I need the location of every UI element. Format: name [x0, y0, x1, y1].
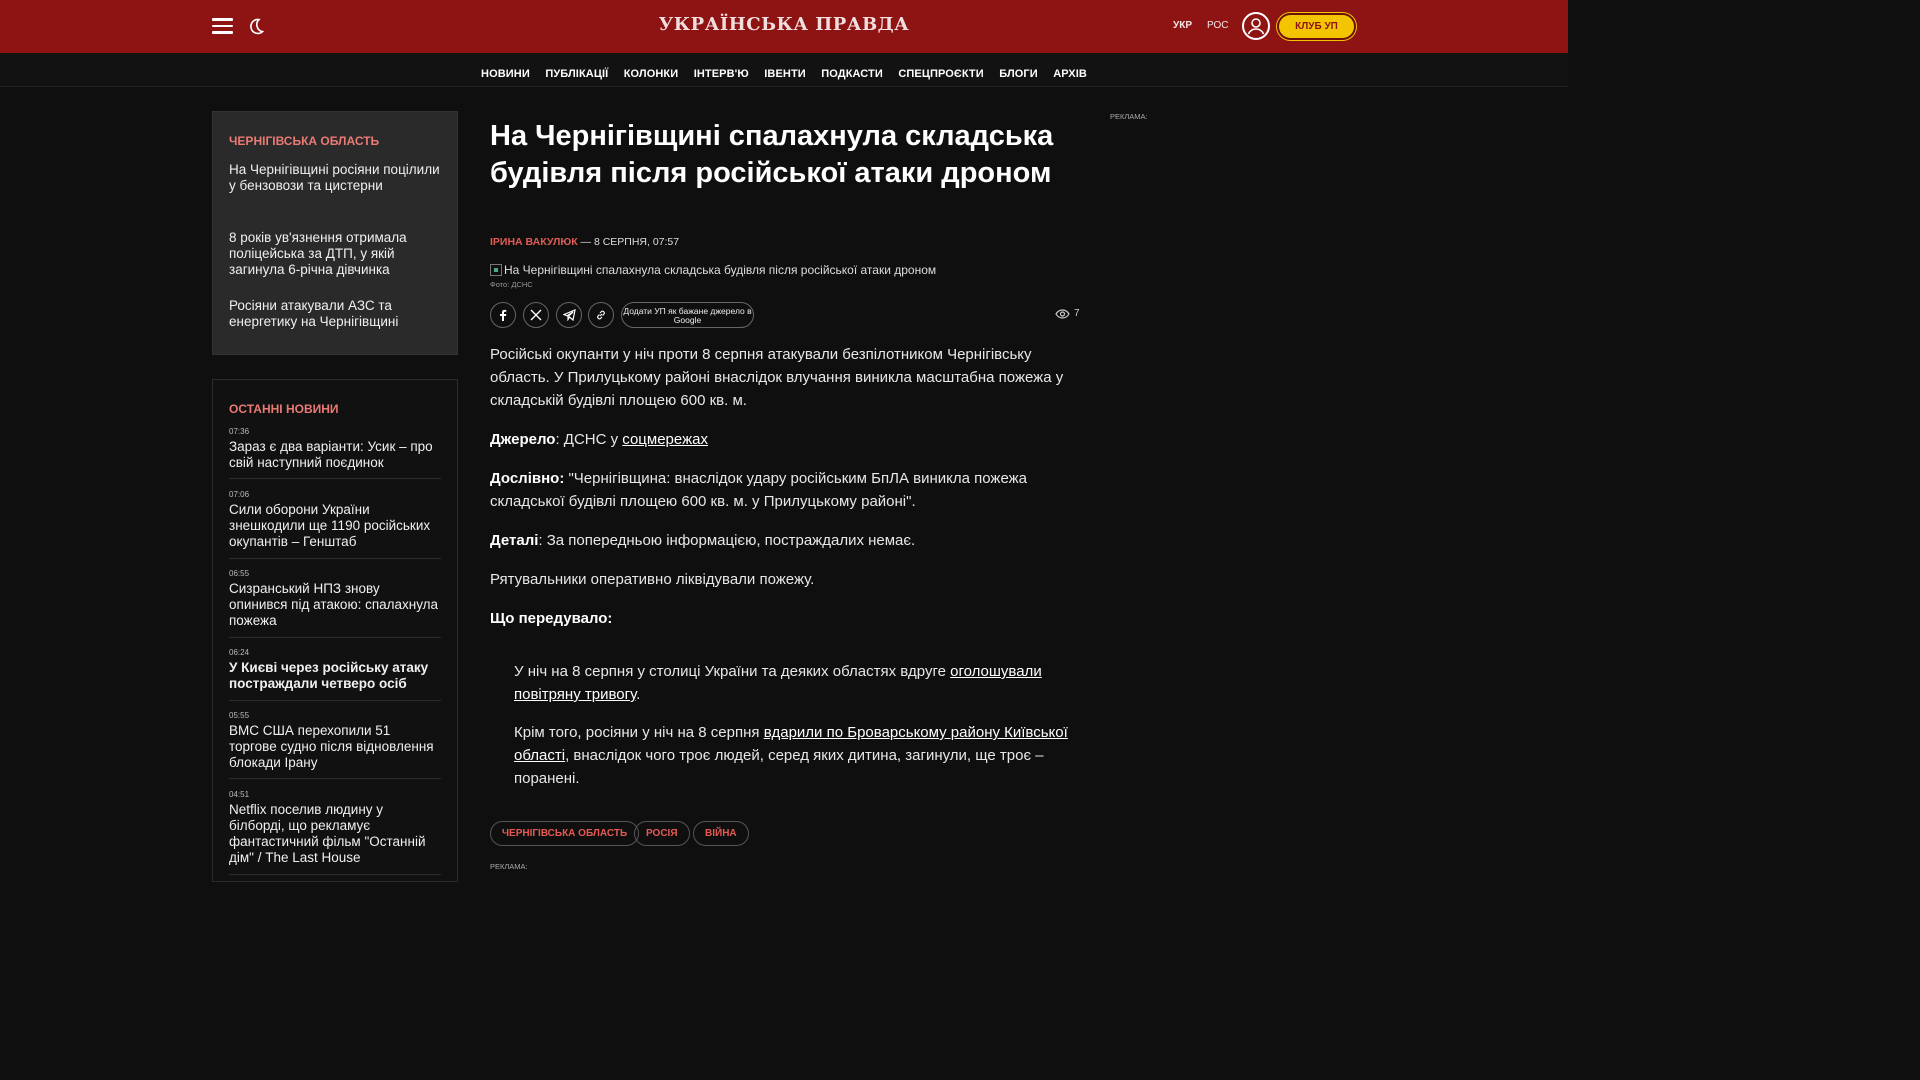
publish-date: — 8 СЕРПНЯ, 07:57: [577, 236, 680, 248]
rescue-paragraph: Рятувальники оперативно ліквідували поже…: [490, 571, 815, 588]
tag-chernihiv-region[interactable]: ЧЕРНІГІВСЬКА ОБЛАСТЬ: [490, 821, 640, 846]
source-paragraph: Джерело: ДСНС у соцмережах: [490, 428, 1080, 451]
nav-interviews[interactable]: ІНТЕРВ'Ю: [694, 68, 749, 80]
ad-label: РЕКЛАМА:: [490, 862, 528, 871]
list-item[interactable]: 07:06 Сили оборони України знешкодили ще…: [229, 490, 441, 559]
nav-news[interactable]: НОВИНИ: [481, 68, 530, 80]
telegram-share-icon[interactable]: [556, 302, 582, 328]
details-text: : За попередньою інформацією, постраждал…: [538, 532, 916, 549]
tag-russia[interactable]: РОСІЯ: [634, 821, 690, 846]
verbatim-label: Дослівно:: [490, 470, 565, 487]
nav-publications[interactable]: ПУБЛІКАЦІЇ: [545, 68, 608, 80]
background-text: У ніч на 8 серпня у столиці України та д…: [514, 663, 951, 680]
list-item[interactable]: 06:24 У Києві через російську атаку пост…: [229, 648, 441, 701]
news-title[interactable]: Зараз є два варіанти: Усик – про свій на…: [229, 439, 441, 471]
background-item: У ніч на 8 серпня у столиці України та д…: [514, 660, 1080, 706]
background-label: Що передувало:: [490, 610, 613, 627]
region-news-item[interactable]: 8 років ув'язнення отримала поліцейська …: [229, 230, 441, 278]
nav-columns[interactable]: КОЛОНКИ: [624, 68, 679, 80]
dark-mode-icon[interactable]: [247, 17, 265, 35]
news-time: 06:24: [229, 648, 250, 657]
region-news-item[interactable]: Росіяни атакували АЗС та енергетику на Ч…: [229, 298, 441, 330]
google-preferred-source-button[interactable]: Додати УП як бажане джерело в Google: [621, 302, 754, 328]
club-up-button[interactable]: КЛУБ УП: [1277, 13, 1356, 40]
eye-icon: [1055, 308, 1070, 319]
lang-ros-link[interactable]: РОС: [1207, 20, 1228, 31]
nav-events[interactable]: ІВЕНТИ: [764, 68, 806, 80]
nav-blogs[interactable]: БЛОГИ: [999, 68, 1038, 80]
background-text: .: [636, 686, 641, 703]
site-logo[interactable]: УКРАЇНСЬКА ПРАВДА: [640, 14, 928, 35]
list-item[interactable]: 05:55 ВМС США перехопили 51 торгове судн…: [229, 711, 441, 779]
photo-credit: Фото: ДСНС: [490, 280, 533, 289]
facebook-share-icon[interactable]: [490, 302, 516, 328]
x-share-icon[interactable]: [523, 302, 549, 328]
news-time: 07:36: [229, 427, 250, 436]
source-label: Джерело: [490, 431, 556, 448]
source-text: : ДСНС у: [555, 431, 623, 448]
nav-podcasts[interactable]: ПОДКАСТИ: [821, 68, 883, 80]
news-time: 07:06: [229, 490, 250, 499]
byline: ІРИНА ВАКУЛЮК — 8 СЕРПНЯ, 07:57: [490, 236, 679, 248]
broken-image-icon: [490, 264, 502, 276]
copy-link-icon[interactable]: [588, 302, 614, 328]
right-ad-label: РЕКЛАМА:: [1110, 112, 1148, 121]
list-item[interactable]: 06:55 Сизранський НПЗ знову опинився під…: [229, 569, 441, 638]
nav-archive[interactable]: АРХІВ: [1053, 68, 1087, 80]
article-title: На Чернігівщині спалахнула складська буд…: [490, 120, 1054, 189]
lang-ukr-link[interactable]: УКР: [1173, 20, 1192, 31]
news-title[interactable]: Netflix поселив людину у білборді, що ре…: [229, 802, 441, 866]
list-item[interactable]: 04:51 Netflix поселив людину у білборді,…: [229, 790, 441, 875]
tag-war[interactable]: ВІЙНА: [693, 821, 749, 846]
background-heading: Що передувало:: [490, 607, 1080, 630]
author-link[interactable]: ІРИНА ВАКУЛЮК: [490, 236, 578, 248]
background-item: Крім того, росіяни у ніч на 8 серпня вда…: [514, 721, 1080, 790]
news-title[interactable]: ВМС США перехопили 51 торгове судно післ…: [229, 723, 441, 771]
news-title[interactable]: Сизранський НПЗ знову опинився під атако…: [229, 581, 441, 629]
news-time: 04:51: [229, 790, 250, 799]
user-icon[interactable]: [1242, 12, 1270, 40]
top-header: УКРАЇНСЬКА ПРАВДА УКР РОС КЛУБ УП: [0, 0, 1568, 53]
image-alt-text: На Чернігівщині спалахнула складська буд…: [504, 263, 937, 277]
article-image: На Чернігівщині спалахнула складська буд…: [490, 263, 936, 277]
region-news-item[interactable]: На Чернігівщині росіяни поцілили у бензо…: [229, 162, 441, 194]
background-text: Крім того, росіяни у ніч на 8 серпня: [514, 724, 764, 741]
article-lead: Російські окупанти у ніч проти 8 серпня …: [490, 346, 1064, 409]
region-news-box: ЧЕРНІГІВСЬКА ОБЛАСТЬ На Чернігівщині рос…: [212, 111, 458, 355]
verbatim-paragraph: Дослівно: "Чернігівщина: внаслідок удару…: [490, 467, 1080, 513]
source-link[interactable]: соцмережах: [622, 431, 708, 448]
news-time: 06:55: [229, 569, 250, 578]
background-text: , внаслідок чого троє людей, серед яких …: [514, 747, 1044, 787]
details-label: Деталі: [490, 532, 539, 549]
menu-icon[interactable]: [212, 18, 233, 34]
news-title[interactable]: Сили оборони України знешкодили ще 1190 …: [229, 502, 441, 550]
news-time: 05:55: [229, 711, 250, 720]
main-nav: НОВИНИ ПУБЛІКАЦІЇ КОЛОНКИ ІНТЕРВ'Ю ІВЕНТ…: [0, 53, 1568, 87]
news-title[interactable]: У Києві через російську атаку постраждал…: [229, 660, 441, 692]
region-heading[interactable]: ЧЕРНІГІВСЬКА ОБЛАСТЬ: [229, 134, 379, 148]
details-paragraph: Деталі: За попередньою інформацією, пост…: [490, 529, 1080, 552]
latest-news-heading[interactable]: ОСТАННІ НОВИНИ: [229, 402, 339, 416]
view-count: 7: [1055, 308, 1080, 319]
latest-news-box: ОСТАННІ НОВИНИ 07:36 Зараз є два варіант…: [212, 379, 458, 882]
views-number: 7: [1074, 308, 1080, 319]
verbatim-text: "Чернігівщина: внаслідок удару російськи…: [490, 470, 1027, 510]
nav-special-projects[interactable]: СПЕЦПРОЄКТИ: [898, 68, 983, 80]
list-item[interactable]: 07:36 Зараз є два варіанти: Усик – про с…: [229, 427, 441, 479]
